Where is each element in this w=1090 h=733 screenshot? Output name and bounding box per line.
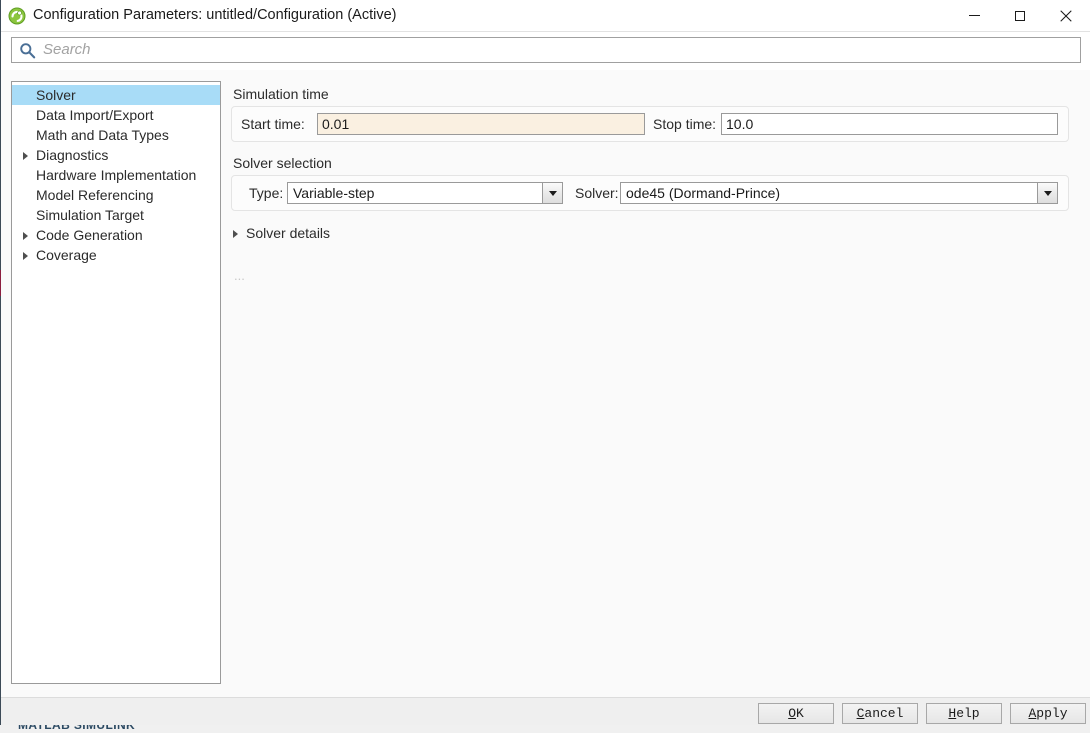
solver-label: Solver: (575, 185, 619, 201)
ok-button[interactable]: OK (758, 703, 834, 724)
tree-item-label: Math and Data Types (36, 127, 169, 143)
tree-item-label: Diagnostics (36, 147, 109, 163)
search-input[interactable]: Search (11, 37, 1081, 63)
ellipsis-marker: ... (234, 268, 245, 283)
tree-item-label: Solver (36, 87, 76, 103)
cancel-rest: ancel (864, 706, 904, 721)
tree-item-math-and-data-types[interactable]: Math and Data Types (12, 125, 220, 145)
solver-type-label: Type: (249, 185, 284, 201)
solver-selection-group: Type: Variable-step Solver: ode45 (Dorma… (231, 175, 1069, 211)
tree-item-data-import-export[interactable]: Data Import/Export (12, 105, 220, 125)
close-button[interactable] (1043, 0, 1089, 31)
background-clipped-text: MATLAB SIMULINK (18, 725, 136, 732)
settings-tree[interactable]: Solver Data Import/Export Math and Data … (11, 81, 221, 684)
dialog-content: Solver Data Import/Export Math and Data … (1, 70, 1090, 697)
minimize-button[interactable] (951, 0, 997, 31)
help-rest: elp (956, 706, 980, 721)
title-bar: Configuration Parameters: untitled/Confi… (1, 0, 1090, 32)
tree-item-solver[interactable]: Solver (12, 85, 220, 105)
tree-item-simulation-target[interactable]: Simulation Target (12, 205, 220, 225)
tree-item-label: Code Generation (36, 227, 143, 243)
solver-selection-heading: Solver selection (233, 155, 332, 171)
window-title: Configuration Parameters: untitled/Confi… (33, 7, 397, 23)
start-time-label: Start time: (241, 116, 305, 132)
stop-time-input[interactable]: 10.0 (721, 113, 1058, 135)
tree-item-code-generation[interactable]: Code Generation (12, 225, 220, 245)
search-placeholder: Search (43, 41, 91, 58)
solver-dropdown[interactable]: ode45 (Dormand-Prince) (620, 182, 1058, 204)
tree-item-label: Hardware Implementation (36, 167, 197, 183)
maximize-icon (1015, 10, 1025, 21)
tree-item-label: Model Referencing (36, 187, 154, 203)
background-clipped-strip: MATLAB SIMULINK (0, 725, 1090, 733)
solver-details-label: Solver details (246, 225, 331, 241)
chevron-right-icon[interactable] (23, 252, 28, 260)
tree-item-hardware-implementation[interactable]: Hardware Implementation (12, 165, 220, 185)
ok-mnemonic: O (788, 706, 796, 721)
help-button[interactable]: Help (926, 703, 1002, 724)
apply-rest: pply (1036, 706, 1068, 721)
maximize-button[interactable] (997, 0, 1043, 31)
ok-rest: K (796, 706, 804, 721)
tree-item-label: Simulation Target (36, 207, 144, 223)
tree-item-coverage[interactable]: Coverage (12, 245, 220, 265)
chevron-right-icon[interactable] (23, 152, 28, 160)
tree-item-label: Data Import/Export (36, 107, 154, 123)
chevron-down-icon[interactable] (542, 183, 562, 203)
simulation-time-heading: Simulation time (233, 86, 329, 102)
chevron-down-icon[interactable] (1037, 183, 1057, 203)
simulation-time-group: Start time: 0.01 Stop time: 10.0 (231, 106, 1069, 142)
simulink-green-icon (8, 7, 26, 25)
cancel-button[interactable]: Cancel (842, 703, 918, 724)
search-bar-row: Search (1, 32, 1090, 70)
minimize-icon (968, 15, 980, 16)
dialog-footer: OK Cancel Help Apply (1, 697, 1090, 725)
chevron-right-icon[interactable] (23, 232, 28, 240)
solver-value: ode45 (Dormand-Prince) (626, 185, 781, 201)
solver-type-dropdown[interactable]: Variable-step (287, 182, 563, 204)
start-time-input[interactable]: 0.01 (317, 113, 645, 135)
search-icon (19, 42, 36, 59)
solver-type-value: Variable-step (293, 185, 375, 201)
tree-item-model-referencing[interactable]: Model Referencing (12, 185, 220, 205)
stop-time-label: Stop time: (653, 116, 717, 132)
chevron-right-icon (233, 230, 238, 238)
tree-item-label: Coverage (36, 247, 97, 263)
settings-pane: Simulation time Start time: 0.01 Stop ti… (229, 70, 1090, 697)
configuration-parameters-window: MATLAB SIMULINK Configuration Parameters… (0, 0, 1090, 733)
dialog-window: Configuration Parameters: untitled/Confi… (1, 0, 1090, 725)
close-icon (1060, 9, 1072, 22)
apply-button[interactable]: Apply (1010, 703, 1086, 724)
tree-item-diagnostics[interactable]: Diagnostics (12, 145, 220, 165)
